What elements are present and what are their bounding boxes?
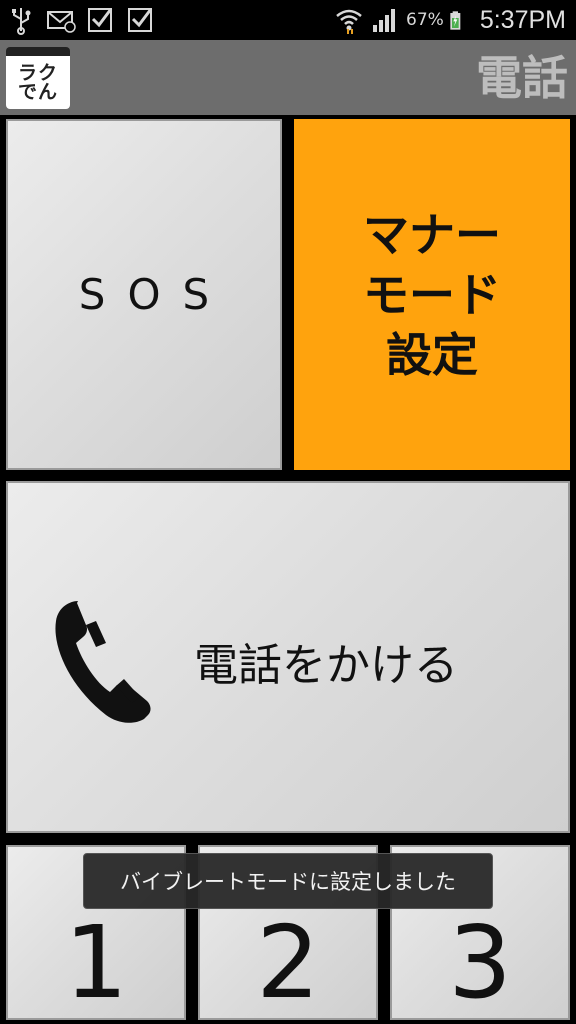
phone-handset-icon (55, 601, 151, 723)
app-logo-icon[interactable]: ラク でん (6, 47, 70, 109)
battery-percent: 67% (406, 10, 444, 30)
app-logo-line1: ラク (17, 61, 58, 84)
signal-icon (373, 9, 396, 32)
title-bar: ラク でん 電話 (0, 40, 576, 115)
sos-label: SOS (78, 270, 232, 319)
sos-button[interactable]: SOS (6, 119, 282, 470)
manner-mode-label-line2: モード (363, 267, 501, 322)
system-icons: 67% 5:37PM (334, 4, 566, 36)
usb-icon (12, 8, 31, 35)
clock: 5:37PM (479, 5, 566, 34)
app-logo-line2: でん (17, 80, 58, 103)
wifi-icon (336, 9, 362, 34)
mail-icon (47, 11, 76, 33)
check-icon (88, 8, 113, 32)
manner-mode-button[interactable]: マナー モード 設定 (294, 119, 570, 470)
make-call-label: 電話をかける (194, 640, 458, 691)
check-icon (128, 8, 153, 32)
speed-dial-1-label: 1 (64, 904, 128, 1021)
manner-mode-label-line3: 設定 (386, 327, 478, 382)
manner-mode-label-line1: マナー (363, 207, 501, 262)
speed-dial-2-label: 2 (256, 904, 320, 1021)
toast-message: バイブレートモードに設定しました (83, 853, 493, 909)
battery-charging-icon (450, 11, 461, 30)
make-call-button[interactable]: 電話をかける (6, 481, 570, 833)
status-bar: 67% 5:37PM (0, 0, 576, 40)
page-title: 電話 (476, 51, 568, 105)
speed-dial-3-label: 3 (448, 904, 512, 1021)
notification-icons (6, 4, 156, 36)
